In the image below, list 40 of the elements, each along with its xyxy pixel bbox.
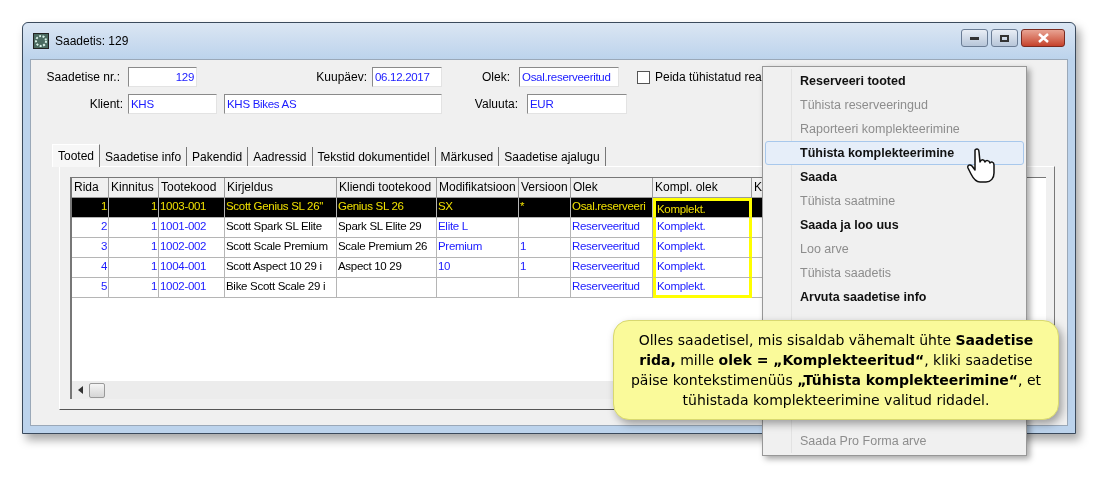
minimize-button[interactable]	[961, 29, 988, 47]
currency-field[interactable]: EUR	[527, 94, 627, 114]
column-header: Olek	[571, 178, 653, 198]
table-cell: Bike Scott Scale 29 i	[225, 278, 337, 298]
close-button[interactable]	[1021, 29, 1065, 47]
column-header: Kliendi tootekood	[337, 178, 437, 198]
column-header: Tootekood	[159, 178, 225, 198]
checkbox[interactable]	[637, 70, 650, 84]
menu-item[interactable]: Tühista komplekteerimine	[765, 141, 1024, 165]
field-label: Olek:	[481, 69, 511, 86]
window-title: Saadetis: 129	[55, 33, 129, 50]
table-cell: 5	[72, 278, 109, 298]
checkbox-label: Peida tühistatud rea	[655, 69, 762, 86]
field-label: Valuuta:	[473, 96, 519, 113]
menu-item[interactable]: Reserveeri tooted	[765, 69, 1024, 93]
scroll-left-icon[interactable]	[78, 386, 83, 394]
field-label: Klient:	[88, 96, 124, 113]
tab[interactable]: Tooted	[52, 144, 101, 167]
callout-text: Olles saadetisel, mis sisaldab vähemalt ühte Saadetise rida, mille olek = „Komplekteeritud“, kliki saadetise päise kontekstimenüüs „Tühista komplekteerimine“, et tühistada komplekteerimine valitud ridadel.	[630, 331, 1042, 410]
column-header: Kompl. olek	[653, 178, 752, 198]
column-header: Rida	[72, 178, 109, 198]
close-icon	[1037, 33, 1049, 43]
column-header: Modifikatsioon	[437, 178, 519, 198]
table-cell: Reserveeritud	[571, 278, 653, 298]
date-field[interactable]: 06.12.2017	[372, 67, 442, 87]
table-cell: 1	[109, 278, 159, 298]
table-cell: Komplekt.	[653, 278, 752, 298]
app-icon	[33, 33, 49, 49]
client-name-field[interactable]: KHS Bikes AS	[224, 94, 442, 114]
status-field[interactable]: Osal.reserveeritud	[519, 67, 619, 87]
field-label: Kuupäev:	[315, 69, 368, 86]
column-header: Kinnitus	[109, 178, 159, 198]
column-header: Kirjeldus	[225, 178, 337, 198]
maximize-button[interactable]	[991, 29, 1018, 47]
client-code-field[interactable]: KHS	[128, 94, 217, 114]
number-field[interactable]: 129	[128, 67, 197, 87]
scroll-thumb[interactable]	[89, 382, 105, 398]
column-header: Versioon	[519, 178, 571, 198]
field-label: Saadetise nr.:	[45, 69, 121, 86]
table-cell: 1002-001	[159, 278, 225, 298]
